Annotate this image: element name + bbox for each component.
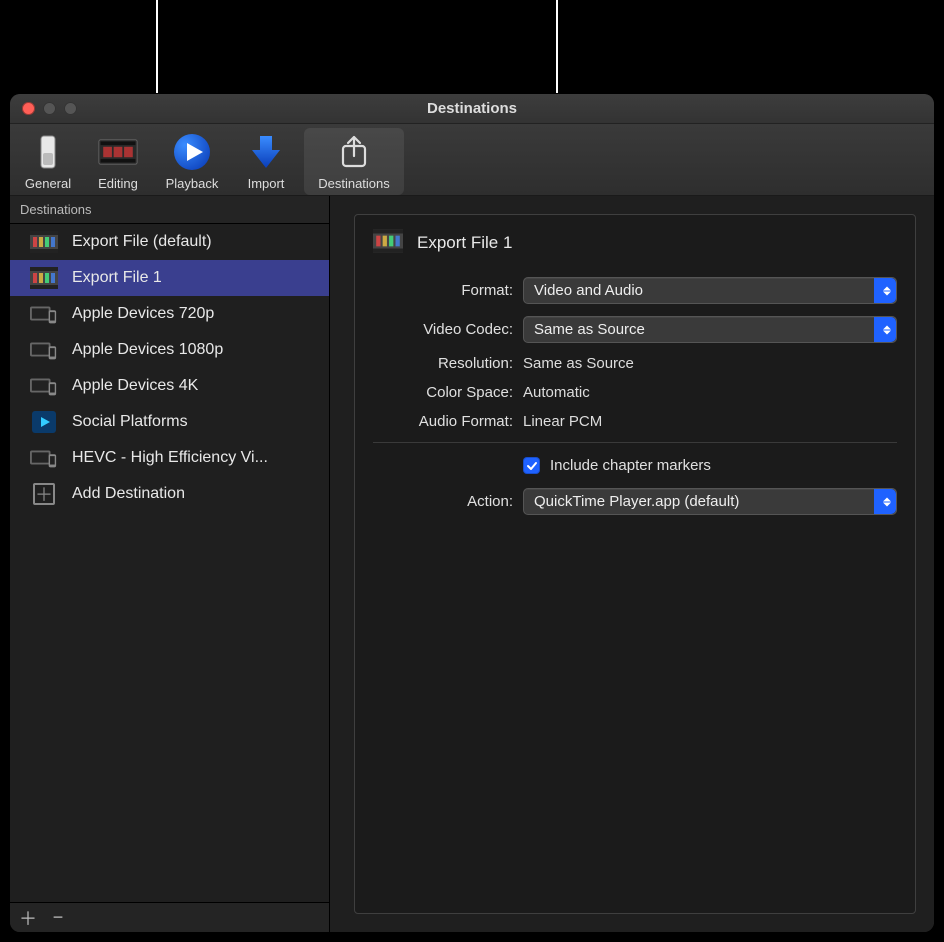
audio-format-label: Audio Format: (373, 413, 523, 430)
filmstrip-icon (98, 132, 138, 172)
video-codec-label: Video Codec: (373, 321, 523, 338)
toolbar-tab-label: Playback (166, 176, 219, 191)
destination-label: Export File (default) (72, 233, 212, 251)
share-icon (334, 132, 374, 172)
destination-item-apple-devices-720p[interactable]: Apple Devices 720p (10, 296, 329, 332)
social-icon (30, 411, 58, 433)
toolbar-tab-destinations[interactable]: Destinations (304, 128, 404, 195)
action-label: Action: (373, 493, 523, 510)
resolution-label: Resolution: (373, 355, 523, 372)
devices-icon (30, 375, 58, 397)
toolbar-tab-label: Editing (98, 176, 138, 191)
details-title: Export File 1 (417, 233, 512, 253)
devices-icon (30, 303, 58, 325)
destination-item-hevc[interactable]: HEVC - High Efficiency Vi... (10, 440, 329, 476)
action-select[interactable]: QuickTime Player.app (default) (523, 488, 897, 515)
format-value: Video and Audio (534, 282, 643, 299)
toolbar-tab-import[interactable]: Import (230, 128, 302, 195)
arrow-down-icon (246, 132, 286, 172)
color-space-label: Color Space: (373, 384, 523, 401)
window-title: Destinations (10, 100, 934, 117)
audio-format-value: Linear PCM (523, 413, 897, 430)
toolbar-tab-label: Destinations (318, 176, 390, 191)
destination-label: Social Platforms (72, 413, 188, 431)
video-codec-value: Same as Source (534, 321, 645, 338)
divider (373, 442, 897, 443)
color-space-value: Automatic (523, 384, 897, 401)
add-destination-icon: ＋ (30, 483, 58, 505)
video-codec-select[interactable]: Same as Source (523, 316, 897, 343)
sidebar-header: Destinations (10, 196, 329, 224)
toolbar-tab-label: General (25, 176, 71, 191)
toolbar-tab-playback[interactable]: Playback (156, 128, 228, 195)
slider-icon (28, 132, 68, 172)
details-header: Export File 1 (373, 229, 897, 257)
toolbar-tab-editing[interactable]: Editing (82, 128, 154, 195)
destination-item-apple-devices-4k[interactable]: Apple Devices 4K (10, 368, 329, 404)
format-select[interactable]: Video and Audio (523, 277, 897, 304)
destination-item-export-file-default[interactable]: Export File (default) (10, 224, 329, 260)
include-chapter-markers-label: Include chapter markers (550, 457, 711, 474)
film-icon (30, 267, 58, 289)
destination-details-panel: Export File 1 Format: Video and Audio Vi… (354, 214, 916, 914)
devices-icon (30, 339, 58, 361)
destination-item-social-platforms[interactable]: Social Platforms (10, 404, 329, 440)
chevron-updown-icon (883, 286, 891, 295)
destinations-sidebar: Destinations Export File (default) Expor… (10, 196, 330, 932)
destination-label: Apple Devices 1080p (72, 341, 223, 359)
sidebar-footer: ＋ − (10, 902, 329, 932)
resolution-value: Same as Source (523, 355, 897, 372)
preferences-toolbar: General Editing (10, 124, 934, 196)
destination-label: HEVC - High Efficiency Vi... (72, 449, 268, 467)
destination-label: Apple Devices 720p (72, 305, 214, 323)
toolbar-tab-general[interactable]: General (16, 128, 80, 195)
destination-item-export-file-1[interactable]: Export File 1 (10, 260, 329, 296)
include-chapter-markers-checkbox[interactable] (523, 457, 540, 474)
play-circle-icon (172, 132, 212, 172)
destinations-list: Export File (default) Export File 1 Appl… (10, 224, 329, 902)
content-area: Destinations Export File (default) Expor… (10, 196, 934, 932)
destination-label: Apple Devices 4K (72, 377, 198, 395)
format-label: Format: (373, 282, 523, 299)
chevron-updown-icon (883, 497, 891, 506)
film-icon (30, 231, 58, 253)
add-destination-button[interactable]: ＋ (20, 910, 36, 926)
preferences-window: Destinations General (10, 94, 934, 932)
toolbar-tab-label: Import (248, 176, 285, 191)
destination-item-add-destination[interactable]: ＋ Add Destination (10, 476, 329, 512)
action-value: QuickTime Player.app (default) (534, 493, 739, 510)
destination-label: Export File 1 (72, 269, 162, 287)
film-icon (373, 229, 403, 257)
chevron-updown-icon (883, 325, 891, 334)
destination-item-apple-devices-1080p[interactable]: Apple Devices 1080p (10, 332, 329, 368)
devices-icon (30, 447, 58, 469)
titlebar: Destinations (10, 94, 934, 124)
remove-destination-button[interactable]: − (50, 910, 66, 926)
destination-label: Add Destination (72, 485, 185, 503)
